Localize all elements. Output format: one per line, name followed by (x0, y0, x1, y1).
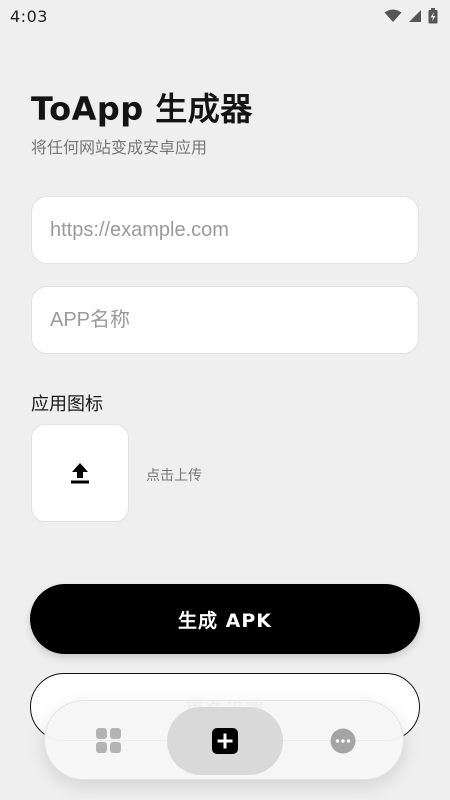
signal-icon (409, 10, 421, 22)
upload-hint: 点击上传 (146, 468, 202, 484)
page-subtitle: 将任何网站变成安卓应用 (31, 138, 208, 157)
bottom-nav (44, 700, 404, 780)
status-time: 4:03 (10, 6, 48, 26)
app-name-input[interactable] (31, 286, 419, 354)
nav-create-tab[interactable] (167, 707, 283, 775)
more-dots-icon (330, 728, 356, 754)
generate-apk-button[interactable]: 生成 APK (30, 584, 420, 654)
upload-icon (71, 463, 89, 484)
wifi-icon (384, 9, 402, 22)
status-bar: 4:03 (0, 0, 450, 32)
plus-square-icon (212, 728, 238, 754)
nav-apps-tab[interactable] (89, 725, 129, 757)
page-title: ToApp 生成器 (31, 90, 253, 128)
status-icons (384, 8, 438, 24)
app-icon-label: 应用图标 (31, 394, 103, 415)
grid-icon (96, 728, 121, 753)
app-screen: 4:03 ToApp 生成器 将任何网站变成安卓应用 应用图标 点击上传 生成 … (0, 0, 450, 800)
nav-more-tab[interactable] (323, 725, 363, 757)
battery-charging-icon (428, 8, 438, 24)
icon-upload-button[interactable] (31, 424, 129, 522)
url-input[interactable] (31, 196, 419, 264)
